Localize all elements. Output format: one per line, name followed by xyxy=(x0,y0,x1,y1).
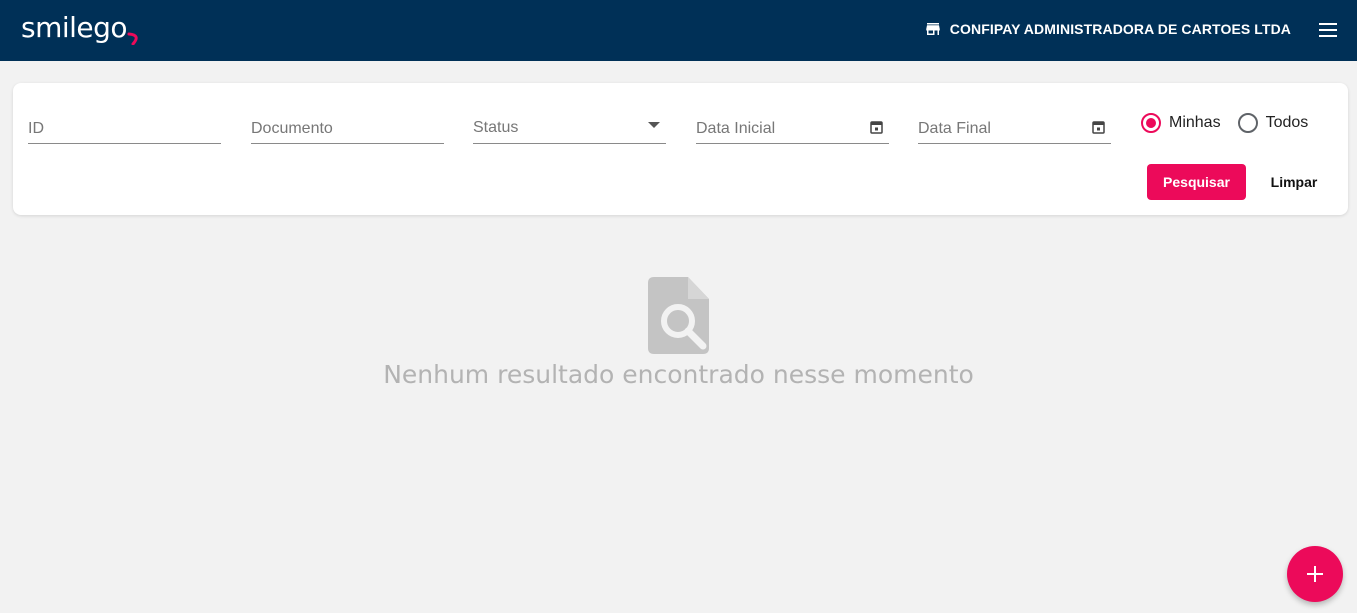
radio-todos[interactable]: Todos xyxy=(1237,113,1309,133)
plus-icon xyxy=(1307,566,1323,582)
store-icon xyxy=(926,23,940,35)
radio-label: Todos xyxy=(1265,114,1309,131)
data-inicial-input[interactable] xyxy=(696,106,889,143)
logo-text: smilego xyxy=(21,11,128,44)
status-select[interactable]: Status xyxy=(473,106,666,144)
status-select-label: Status xyxy=(473,119,519,136)
company-name: CONFIPAY ADMINISTRADORA DE CARTOES LTDA xyxy=(949,21,1291,37)
calendar-icon[interactable] xyxy=(870,120,883,134)
radio-unchecked-icon[interactable] xyxy=(1237,113,1258,133)
empty-state: Nenhum resultado encontrado nesse moment… xyxy=(0,277,1357,389)
data-final-input[interactable] xyxy=(918,106,1111,143)
pesquisar-button[interactable]: Pesquisar xyxy=(1147,164,1246,200)
ownership-radio-group: Minhas Todos xyxy=(1141,113,1308,133)
company-selector[interactable]: CONFIPAY ADMINISTRADORA DE CARTOES LTDA xyxy=(924,20,1291,38)
smilego-logo[interactable]: smilego xyxy=(21,11,138,51)
logo-swoosh-icon xyxy=(127,32,138,45)
filter-panel: Status Minhas Todos Pesquisar Limpar xyxy=(13,83,1348,215)
radio-checked-icon[interactable] xyxy=(1141,113,1161,133)
dropdown-arrow-icon xyxy=(648,122,660,128)
radio-minhas[interactable]: Minhas xyxy=(1141,113,1221,133)
data-final-field[interactable] xyxy=(918,106,1111,144)
id-field[interactable] xyxy=(28,106,221,144)
calendar-icon[interactable] xyxy=(1092,120,1105,134)
add-fab-button[interactable] xyxy=(1287,546,1343,602)
documento-field[interactable] xyxy=(251,106,444,144)
empty-state-message: Nenhum resultado encontrado nesse moment… xyxy=(383,360,974,389)
data-inicial-field[interactable] xyxy=(696,106,889,144)
menu-button[interactable] xyxy=(1318,20,1338,40)
search-document-icon xyxy=(647,277,709,354)
limpar-button[interactable]: Limpar xyxy=(1253,164,1335,200)
id-input[interactable] xyxy=(28,106,221,143)
hamburger-menu-icon xyxy=(1319,23,1337,37)
top-app-bar: smilego CONFIPAY ADMINISTRADORA DE CARTO… xyxy=(0,0,1357,61)
radio-label: Minhas xyxy=(1169,114,1221,131)
documento-input[interactable] xyxy=(251,106,444,143)
